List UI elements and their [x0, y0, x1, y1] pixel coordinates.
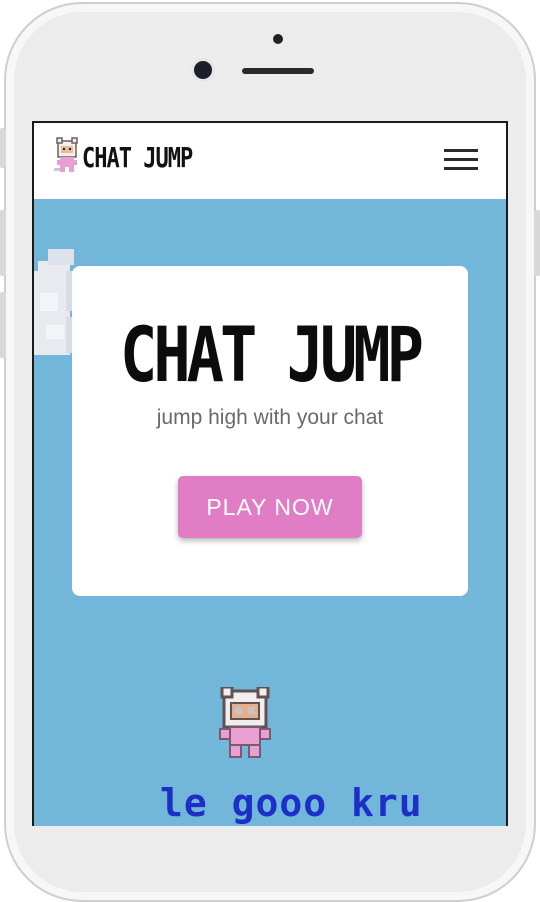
brand-logo-icon[interactable] [52, 137, 82, 173]
play-now-button[interactable]: PLAY NOW [178, 476, 362, 538]
earpiece-speaker-icon [242, 68, 314, 74]
front-camera-icon [194, 61, 212, 79]
front-sensor-icon [273, 34, 283, 44]
mute-switch [0, 128, 6, 168]
chat-message: le gooo kru [160, 781, 423, 825]
navbar: CHAT JUMP [34, 123, 506, 199]
hamburger-menu-icon[interactable] [444, 149, 478, 175]
hero-card: CHAT JUMP jump high with your chat PLAY … [72, 266, 468, 596]
power-button [534, 210, 540, 276]
volume-up-button [0, 210, 6, 276]
pixel-astronaut-character-icon [219, 687, 271, 758]
hero-title: CHAT JUMP [120, 310, 424, 400]
hero-subtitle: jump high with your chat [156, 406, 384, 429]
volume-down-button [0, 292, 6, 358]
screen: CHAT JUMP CHAT JUMP jump high with your … [32, 121, 508, 826]
brand-name[interactable]: CHAT JUMP [82, 143, 193, 174]
